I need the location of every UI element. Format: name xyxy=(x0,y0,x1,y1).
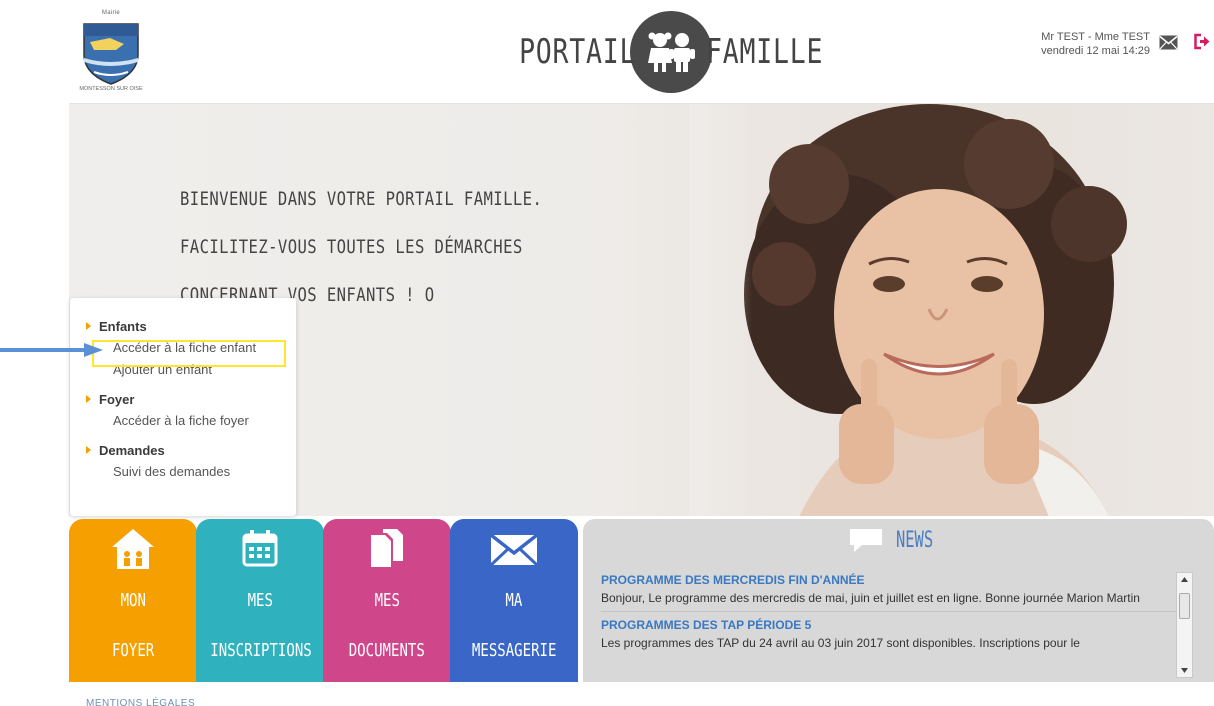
coat-of-arms-icon xyxy=(83,23,139,85)
tile-label-line1: MES xyxy=(374,590,400,611)
menu-heading-demandes: Demandes xyxy=(86,442,296,458)
triangle-bullet-icon xyxy=(86,446,91,454)
news-list: PROGRAMME DES MERCREDIS FIN D'ANNÉE Bonj… xyxy=(601,571,1177,682)
scroll-down-icon[interactable] xyxy=(1177,664,1192,677)
menu-heading-foyer: Foyer xyxy=(86,391,296,407)
tile-label-line2: DOCUMENTS xyxy=(348,640,426,661)
speech-bubble-icon xyxy=(850,529,882,552)
brand-word-left: PORTAIL xyxy=(519,32,637,72)
menu-link-fiche-enfant[interactable]: Accéder à la fiche enfant xyxy=(113,337,296,359)
logout-icon[interactable] xyxy=(1193,33,1210,50)
quick-access-menu: Enfants Accéder à la fiche enfant Ajoute… xyxy=(70,298,296,516)
menu-heading-enfants: Enfants xyxy=(86,318,296,334)
family-badge-icon xyxy=(630,11,713,93)
tile-label-line2: MESSAGERIE xyxy=(471,640,557,661)
tile-label-line1: MA xyxy=(505,590,523,611)
hero-welcome-line: BIENVENUE DANS VOTRE PORTAIL FAMILLE. xyxy=(180,188,543,210)
news-panel: NEWS PROGRAMME DES MERCREDIS FIN D'ANNÉE… xyxy=(583,519,1214,682)
news-item-text: Bonjour, Le programme des mercredis de m… xyxy=(601,591,1140,605)
pointer-arrow-icon xyxy=(0,343,103,357)
calendar-icon xyxy=(196,527,324,571)
menu-link-ajouter-enfant[interactable]: Ajouter un enfant xyxy=(113,359,296,381)
news-header: NEWS xyxy=(583,527,1214,553)
menu-section-foyer: Foyer Accéder à la fiche foyer xyxy=(86,391,296,432)
news-item-text: Les programmes des TAP du 24 avril au 03… xyxy=(601,636,1080,650)
triangle-bullet-icon xyxy=(86,322,91,330)
news-item: PROGRAMMES DES TAP PÉRIODE 5 Les program… xyxy=(601,616,1177,652)
news-item-title[interactable]: PROGRAMME DES MERCREDIS FIN D'ANNÉE xyxy=(601,571,1177,589)
envelope-icon xyxy=(450,527,578,571)
municipality-logo[interactable]: Mairie MONTESSON SUR OISE xyxy=(70,8,152,94)
hero-tagline-line: FACILITEZ-VOUS TOUTES LES DÉMARCHES xyxy=(180,236,523,258)
triangle-bullet-icon xyxy=(86,395,91,403)
scroll-thumb[interactable] xyxy=(1179,593,1190,619)
user-info: Mr TEST - Mme TEST vendredi 12 mai 14:29 xyxy=(1041,30,1150,58)
legal-notice-link[interactable]: MENTIONS LÉGALES xyxy=(86,698,195,706)
menu-heading-label: Enfants xyxy=(99,318,147,334)
news-title: NEWS xyxy=(896,527,934,553)
tile-label-line1: MON xyxy=(120,590,146,611)
smiling-child-photo xyxy=(689,104,1214,516)
tile-label-line2: INSCRIPTIONS xyxy=(210,640,312,661)
brand-word-right: FAMILLE xyxy=(706,32,824,72)
current-date: vendredi 12 mai 14:29 xyxy=(1041,45,1150,57)
user-name: Mr TEST - Mme TEST xyxy=(1041,31,1150,43)
menu-link-suivi-demandes[interactable]: Suivi des demandes xyxy=(113,461,296,483)
news-item: PROGRAMME DES MERCREDIS FIN D'ANNÉE Bonj… xyxy=(601,571,1177,607)
menu-heading-label: Demandes xyxy=(99,442,165,458)
tile-label-line1: MES xyxy=(247,590,273,611)
tile-label-line2: FOYER xyxy=(111,640,155,661)
news-item-title[interactable]: PROGRAMMES DES TAP PÉRIODE 5 xyxy=(601,616,1177,634)
news-scrollbar[interactable] xyxy=(1176,572,1193,678)
documents-icon xyxy=(323,527,451,575)
menu-heading-label: Foyer xyxy=(99,391,135,407)
portail-famille-logo[interactable]: PORTAIL FAMILLE xyxy=(486,10,857,94)
menu-section-enfants: Enfants Accéder à la fiche enfant Ajoute… xyxy=(86,318,296,381)
envelope-icon[interactable] xyxy=(1159,35,1178,50)
logo-caption-bottom: MONTESSON SUR OISE xyxy=(79,86,143,92)
scroll-up-icon[interactable] xyxy=(1177,573,1192,586)
menu-link-fiche-foyer[interactable]: Accéder à la fiche foyer xyxy=(113,410,296,432)
menu-section-demandes: Demandes Suivi des demandes xyxy=(86,442,296,483)
house-icon xyxy=(69,527,197,571)
logo-caption-top: Mairie xyxy=(101,10,121,16)
news-divider xyxy=(601,611,1177,612)
